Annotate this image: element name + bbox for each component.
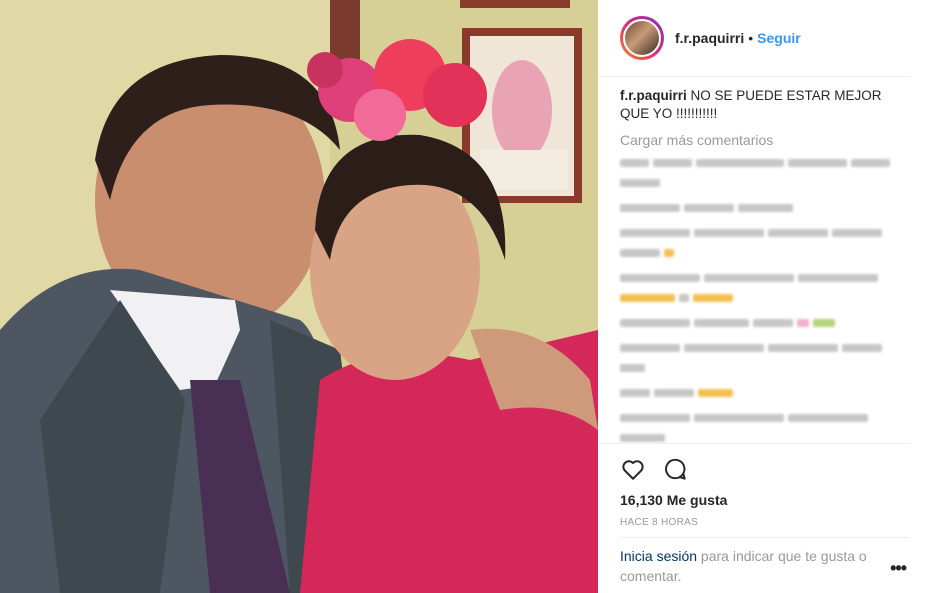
blurred-comment (620, 227, 890, 238)
photo-illustration (0, 0, 598, 593)
post-header: f.r.paquirri • Seguir (598, 0, 910, 77)
blurred-comment (620, 202, 890, 213)
heart-outline-icon[interactable] (620, 456, 646, 482)
post-photo[interactable] (0, 0, 598, 593)
blurred-comment (620, 292, 890, 303)
blurred-comment (620, 362, 890, 373)
login-link[interactable]: Inicia sesión (620, 548, 697, 564)
load-more-comments[interactable]: Cargar más comentarios (620, 132, 890, 148)
blurred-comment (620, 317, 890, 328)
comment-bubble-icon[interactable] (662, 456, 688, 482)
blurred-comment (620, 412, 890, 423)
avatar[interactable] (620, 16, 664, 60)
comments-section: f.r.paquirri NO SE PUEDE ESTAR MEJOR QUE… (598, 77, 910, 444)
blurred-comment (620, 247, 890, 258)
follow-button[interactable]: Seguir (757, 30, 801, 46)
likes-count[interactable]: 16,130 Me gusta (598, 482, 930, 508)
post-timestamp: HACE 8 HORAS (620, 517, 699, 528)
login-prompt: Inicia sesión para indicar que te gusta … (620, 546, 890, 586)
divider (620, 537, 910, 538)
more-options-icon[interactable]: ••• (890, 558, 907, 579)
caption-username[interactable]: f.r.paquirri (620, 88, 687, 103)
username-link[interactable]: f.r.paquirri (675, 30, 744, 46)
caption: f.r.paquirri NO SE PUEDE ESTAR MEJOR QUE… (620, 87, 890, 123)
blurred-comment (620, 342, 890, 353)
blurred-comment (620, 432, 890, 443)
post-side-panel: f.r.paquirri • Seguir f.r.paquirri NO SE… (598, 0, 930, 593)
instagram-post: f.r.paquirri • Seguir f.r.paquirri NO SE… (0, 0, 930, 593)
separator-dot: • (748, 30, 754, 46)
blurred-comment (620, 272, 890, 283)
blurred-comment (620, 157, 890, 168)
avatar-image (623, 19, 661, 57)
action-bar (598, 444, 930, 482)
blurred-comment (620, 177, 890, 188)
blurred-comment (620, 387, 890, 398)
